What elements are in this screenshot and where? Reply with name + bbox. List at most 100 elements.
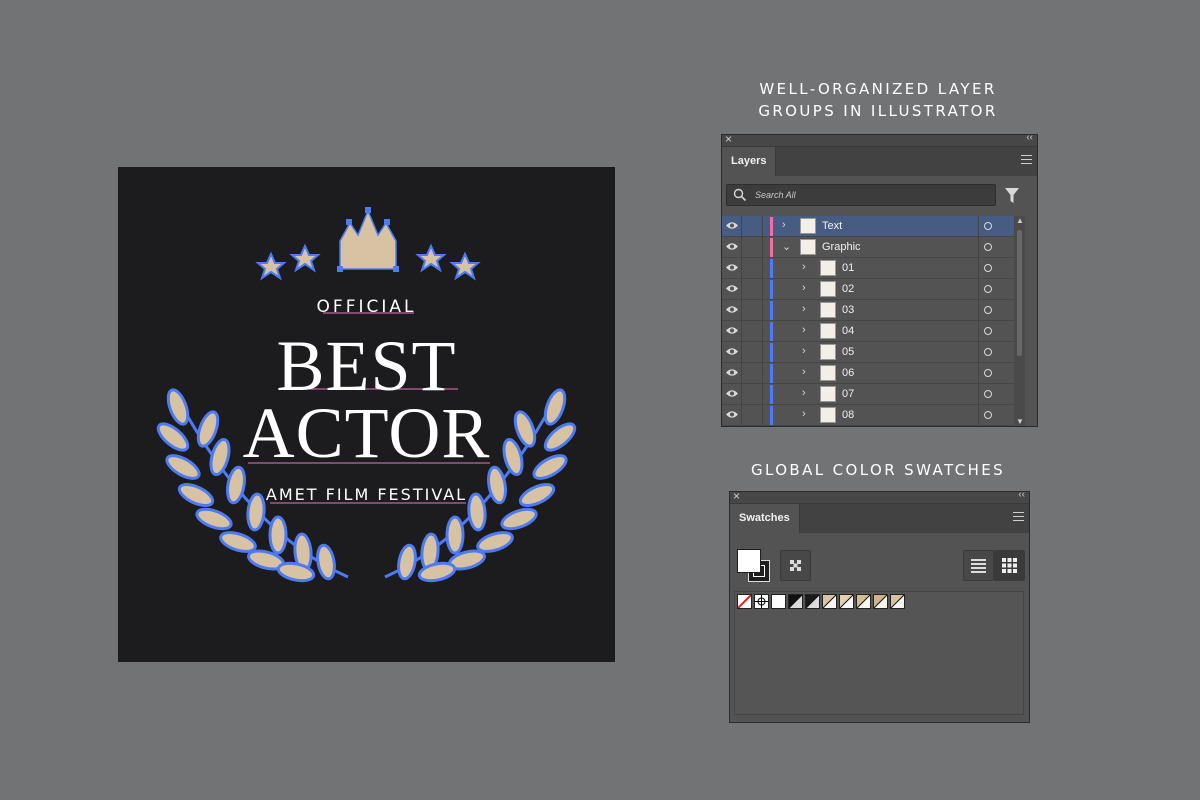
swatch-options-button[interactable] <box>780 550 811 581</box>
chevron-down-icon[interactable]: ⌄ <box>782 240 791 253</box>
chevron-right-icon[interactable]: › <box>782 219 786 231</box>
layer-row[interactable]: › 06 <box>722 363 1014 384</box>
swatches-caption: GLOBAL COLOR SWATCHES <box>750 461 1006 479</box>
layer-name[interactable]: 02 <box>842 283 854 295</box>
target-circle-icon[interactable] <box>984 369 992 377</box>
layers-panel[interactable]: × ‹‹ Layers Search All › Text ⌄ Graphic › 01 ›… <box>721 132 1038 427</box>
layer-row[interactable]: › 02 <box>722 279 1014 300</box>
list-view-icon <box>971 559 986 573</box>
festival-text[interactable]: AMET FILM FESTIVAL <box>118 485 615 504</box>
best-text[interactable]: BEST <box>118 330 615 402</box>
layer-name[interactable]: Text <box>822 220 842 232</box>
artboard[interactable]: OFFICIAL BEST ACTOR AMET FILM FESTIVAL <box>118 167 615 662</box>
layer-color-bar <box>770 238 773 257</box>
layer-color-bar <box>770 259 773 278</box>
divider <box>741 342 742 363</box>
target-circle-icon[interactable] <box>984 390 992 398</box>
official-text[interactable]: OFFICIAL <box>118 297 615 317</box>
layer-thumbnail <box>800 218 816 234</box>
swatch[interactable] <box>873 594 888 609</box>
swatch[interactable] <box>856 594 871 609</box>
target-circle-icon[interactable] <box>984 348 992 356</box>
layer-name[interactable]: 07 <box>842 388 854 400</box>
eye-icon[interactable] <box>726 410 738 422</box>
eye-icon[interactable] <box>726 347 738 359</box>
swatch[interactable] <box>788 594 803 609</box>
eye-icon[interactable] <box>726 389 738 401</box>
swatches-panel[interactable]: × ‹‹ Swatches <box>729 489 1030 723</box>
layer-row[interactable]: › 08 <box>722 405 1014 426</box>
swatch[interactable] <box>737 594 752 609</box>
layer-row[interactable]: › 04 <box>722 321 1014 342</box>
collapse-icon[interactable]: ‹‹ <box>1018 489 1025 500</box>
layer-name[interactable]: 04 <box>842 325 854 337</box>
search-input[interactable]: Search All <box>726 184 996 206</box>
scroll-thumb[interactable] <box>1017 230 1022 356</box>
divider <box>978 237 979 258</box>
chevron-right-icon[interactable]: › <box>802 261 806 273</box>
swatch[interactable] <box>890 594 905 609</box>
target-circle-icon[interactable] <box>984 411 992 419</box>
chevron-right-icon[interactable]: › <box>802 282 806 294</box>
eye-icon[interactable] <box>726 221 738 233</box>
target-circle-icon[interactable] <box>984 285 992 293</box>
target-circle-icon[interactable] <box>984 306 992 314</box>
close-icon[interactable]: × <box>725 132 732 146</box>
layer-name[interactable]: Graphic <box>822 241 861 253</box>
divider <box>741 258 742 279</box>
target-circle-icon[interactable] <box>984 264 992 272</box>
chevron-right-icon[interactable]: › <box>802 303 806 315</box>
swatch[interactable] <box>839 594 854 609</box>
layer-name[interactable]: 03 <box>842 304 854 316</box>
layer-name[interactable]: 08 <box>842 409 854 421</box>
panel-menu-icon[interactable] <box>1013 512 1024 524</box>
layers-scrollbar[interactable]: ▲ ▼ <box>1014 216 1025 426</box>
scroll-down-icon[interactable]: ▼ <box>1016 417 1024 426</box>
close-icon[interactable]: × <box>733 489 740 503</box>
divider <box>978 300 979 321</box>
chevron-right-icon[interactable]: › <box>802 366 806 378</box>
layer-name[interactable]: 01 <box>842 262 854 274</box>
swatch[interactable] <box>771 594 786 609</box>
collapse-icon[interactable]: ‹‹ <box>1026 132 1033 143</box>
layer-row[interactable]: › 05 <box>722 342 1014 363</box>
layer-row[interactable]: › Text <box>722 216 1014 237</box>
chevron-right-icon[interactable]: › <box>802 387 806 399</box>
eye-icon[interactable] <box>726 326 738 338</box>
layer-thumbnail <box>820 365 836 381</box>
eye-icon[interactable] <box>726 263 738 275</box>
grid-view-icon <box>1002 558 1017 573</box>
swatch[interactable] <box>754 594 769 609</box>
chevron-right-icon[interactable]: › <box>802 345 806 357</box>
grid-view-button[interactable] <box>994 550 1025 581</box>
fill-swatch[interactable] <box>737 549 761 573</box>
layer-name[interactable]: 06 <box>842 367 854 379</box>
divider <box>741 405 742 426</box>
layer-row[interactable]: ⌄ Graphic <box>722 237 1014 258</box>
divider <box>741 321 742 342</box>
layer-row[interactable]: › 01 <box>722 258 1014 279</box>
divider <box>741 237 742 258</box>
chevron-right-icon[interactable]: › <box>802 408 806 420</box>
target-circle-icon[interactable] <box>984 243 992 251</box>
filter-icon[interactable] <box>1005 188 1019 204</box>
swatch[interactable] <box>822 594 837 609</box>
actor-text[interactable]: ACTOR <box>118 397 615 469</box>
chevron-right-icon[interactable]: › <box>802 324 806 336</box>
list-view-button[interactable] <box>963 550 994 581</box>
eye-icon[interactable] <box>726 284 738 296</box>
layer-row[interactable]: › 07 <box>722 384 1014 405</box>
eye-icon[interactable] <box>726 242 738 254</box>
panel-menu-icon[interactable] <box>1021 155 1032 167</box>
target-circle-icon[interactable] <box>984 222 992 230</box>
eye-icon[interactable] <box>726 305 738 317</box>
tab-layers[interactable]: Layers <box>722 147 777 176</box>
tab-swatches[interactable]: Swatches <box>730 504 800 533</box>
target-circle-icon[interactable] <box>984 327 992 335</box>
swatch[interactable] <box>805 594 820 609</box>
divider <box>762 384 763 405</box>
layer-name[interactable]: 05 <box>842 346 854 358</box>
layer-row[interactable]: › 03 <box>722 300 1014 321</box>
scroll-up-icon[interactable]: ▲ <box>1016 216 1024 225</box>
eye-icon[interactable] <box>726 368 738 380</box>
